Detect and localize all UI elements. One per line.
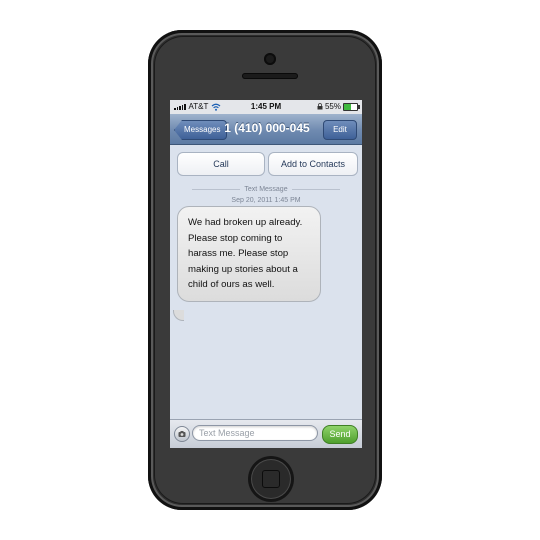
- home-button[interactable]: [248, 456, 294, 502]
- messages-back-button[interactable]: Messages: [174, 120, 228, 140]
- phone-bezel: AT&T 1:45 PM 55% Messages 1 (410) 000-04…: [154, 36, 376, 504]
- bubble-tail: [173, 310, 184, 321]
- rotation-lock-icon: [317, 103, 323, 110]
- message-timestamp: Sep 20, 2011 1:45 PM: [231, 197, 301, 204]
- front-camera: [264, 53, 276, 65]
- earpiece-speaker: [242, 73, 298, 79]
- camera-button[interactable]: [174, 426, 190, 442]
- add-to-contacts-button[interactable]: Add to Contacts: [268, 152, 358, 176]
- send-button[interactable]: Send: [322, 425, 358, 444]
- message-composer: Send: [170, 419, 362, 448]
- home-square-icon: [262, 470, 280, 488]
- conversation-title: 1 (410) 000-045: [224, 121, 310, 135]
- status-bar: AT&T 1:45 PM 55%: [170, 100, 362, 114]
- received-message-bubble: We had broken up already. Please stop co…: [177, 206, 321, 302]
- call-button[interactable]: Call: [177, 152, 265, 176]
- phone-frame: AT&T 1:45 PM 55% Messages 1 (410) 000-04…: [148, 30, 382, 510]
- message-type-text: Text Message: [244, 186, 288, 193]
- screen: AT&T 1:45 PM 55% Messages 1 (410) 000-04…: [170, 100, 362, 448]
- battery-level: [344, 103, 352, 110]
- camera-icon: [178, 431, 186, 437]
- battery-percent: 55%: [324, 102, 341, 111]
- navigation-bar: Messages 1 (410) 000-045 Edit: [170, 114, 362, 145]
- edit-button[interactable]: Edit: [323, 120, 357, 140]
- battery-icon: [343, 102, 360, 111]
- contact-actions: Call Add to Contacts: [170, 152, 362, 178]
- message-type-label: Text Message: [170, 186, 362, 193]
- status-right: 55%: [317, 102, 360, 111]
- message-input[interactable]: [192, 425, 318, 441]
